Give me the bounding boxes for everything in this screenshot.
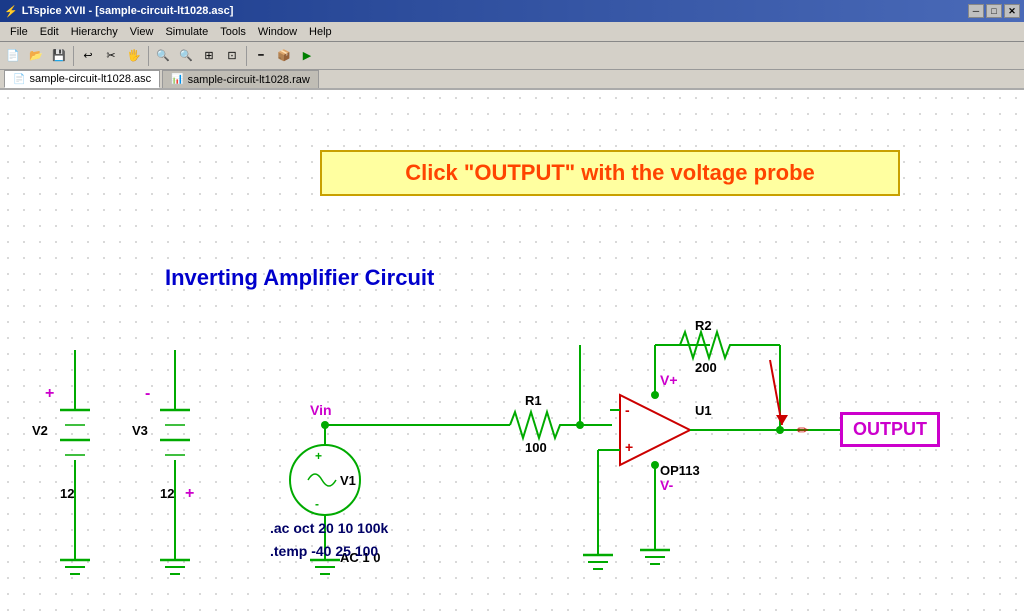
tab-icon-0: 📄 [13, 74, 25, 85]
menu-item-edit[interactable]: Edit [34, 25, 65, 39]
svg-text:V1: V1 [340, 473, 356, 488]
hand-button[interactable]: 🖐 [123, 45, 145, 67]
toolbar-separator-3 [246, 46, 247, 66]
svg-text:200: 200 [695, 360, 717, 375]
svg-text:OP113: OP113 [660, 463, 700, 478]
menu-bar: FileEditHierarchyViewSimulateToolsWindow… [0, 22, 1024, 42]
toolbar: 📄 📂 💾 ↩ ✂ 🖐 🔍 🔍 ⊞ ⊡ ━ 📦 ▶ [0, 42, 1024, 70]
zoom-sel-button[interactable]: ⊡ [221, 45, 243, 67]
menu-item-simulate[interactable]: Simulate [159, 25, 214, 39]
svg-text:V3: V3 [132, 423, 148, 438]
tab-0[interactable]: 📄sample-circuit-lt1028.asc [4, 70, 160, 88]
menu-item-window[interactable]: Window [252, 25, 303, 39]
menu-item-view[interactable]: View [124, 25, 160, 39]
app-icon: ⚡ [4, 5, 18, 18]
svg-text:Vin: Vin [310, 402, 332, 418]
spice-line-2: .temp -40 25 100 [270, 540, 388, 562]
title-bar: ⚡ LTspice XVII - [sample-circuit-lt1028.… [0, 0, 1024, 22]
zoom-in-button[interactable]: 🔍 [152, 45, 174, 67]
spice-commands: .ac oct 20 10 100k .temp -40 25 100 [270, 517, 388, 562]
new-button[interactable]: 📄 [2, 45, 24, 67]
tab-icon-1: 📊 [171, 74, 183, 85]
title-bar-controls[interactable]: ─ □ ✕ [968, 4, 1020, 18]
maximize-button[interactable]: □ [986, 4, 1002, 18]
tab-1[interactable]: 📊sample-circuit-lt1028.raw [162, 70, 319, 88]
svg-text:U1: U1 [695, 403, 712, 418]
svg-text:+: + [45, 385, 54, 402]
open-button[interactable]: 📂 [25, 45, 47, 67]
svg-text:R1: R1 [525, 393, 542, 408]
minimize-button[interactable]: ─ [968, 4, 984, 18]
output-label[interactable]: OUTPUT [840, 412, 940, 447]
svg-text:+: + [625, 439, 633, 455]
menu-item-file[interactable]: File [4, 25, 34, 39]
undo-button[interactable]: ↩ [77, 45, 99, 67]
menu-item-hierarchy[interactable]: Hierarchy [65, 25, 124, 39]
run-button[interactable]: ▶ [296, 45, 318, 67]
component-button[interactable]: 📦 [273, 45, 295, 67]
svg-text:V-: V- [660, 477, 674, 493]
svg-text:-: - [625, 402, 630, 418]
svg-text:12: 12 [160, 486, 174, 501]
callout-text: Click "OUTPUT" with the voltage probe [405, 160, 815, 185]
svg-text:-: - [145, 385, 150, 402]
svg-text:R2: R2 [695, 318, 712, 333]
svg-text:+: + [185, 485, 194, 502]
tab-bar: 📄sample-circuit-lt1028.asc📊sample-circui… [0, 70, 1024, 90]
svg-text:V+: V+ [660, 372, 678, 388]
svg-text:12: 12 [60, 486, 74, 501]
toolbar-separator-1 [73, 46, 74, 66]
wire-button[interactable]: ━ [250, 45, 272, 67]
zoom-fit-button[interactable]: ⊞ [198, 45, 220, 67]
main-canvas[interactable]: Click "OUTPUT" with the voltage probe In… [0, 90, 1024, 612]
window-title: LTspice XVII - [sample-circuit-lt1028.as… [22, 5, 234, 17]
save-button[interactable]: 💾 [48, 45, 70, 67]
toolbar-separator-2 [148, 46, 149, 66]
menu-item-tools[interactable]: Tools [214, 25, 252, 39]
svg-text:+: + [315, 449, 322, 463]
svg-text:100: 100 [525, 440, 547, 455]
title-bar-left: ⚡ LTspice XVII - [sample-circuit-lt1028.… [4, 5, 233, 18]
svg-text:V2: V2 [32, 423, 48, 438]
menu-item-help[interactable]: Help [303, 25, 338, 39]
callout-box: Click "OUTPUT" with the voltage probe [320, 150, 900, 196]
cut-button[interactable]: ✂ [100, 45, 122, 67]
spice-line-1: .ac oct 20 10 100k [270, 517, 388, 539]
svg-text:-: - [315, 497, 319, 511]
zoom-out-button[interactable]: 🔍 [175, 45, 197, 67]
close-button[interactable]: ✕ [1004, 4, 1020, 18]
svg-text:✏: ✏ [797, 422, 809, 438]
